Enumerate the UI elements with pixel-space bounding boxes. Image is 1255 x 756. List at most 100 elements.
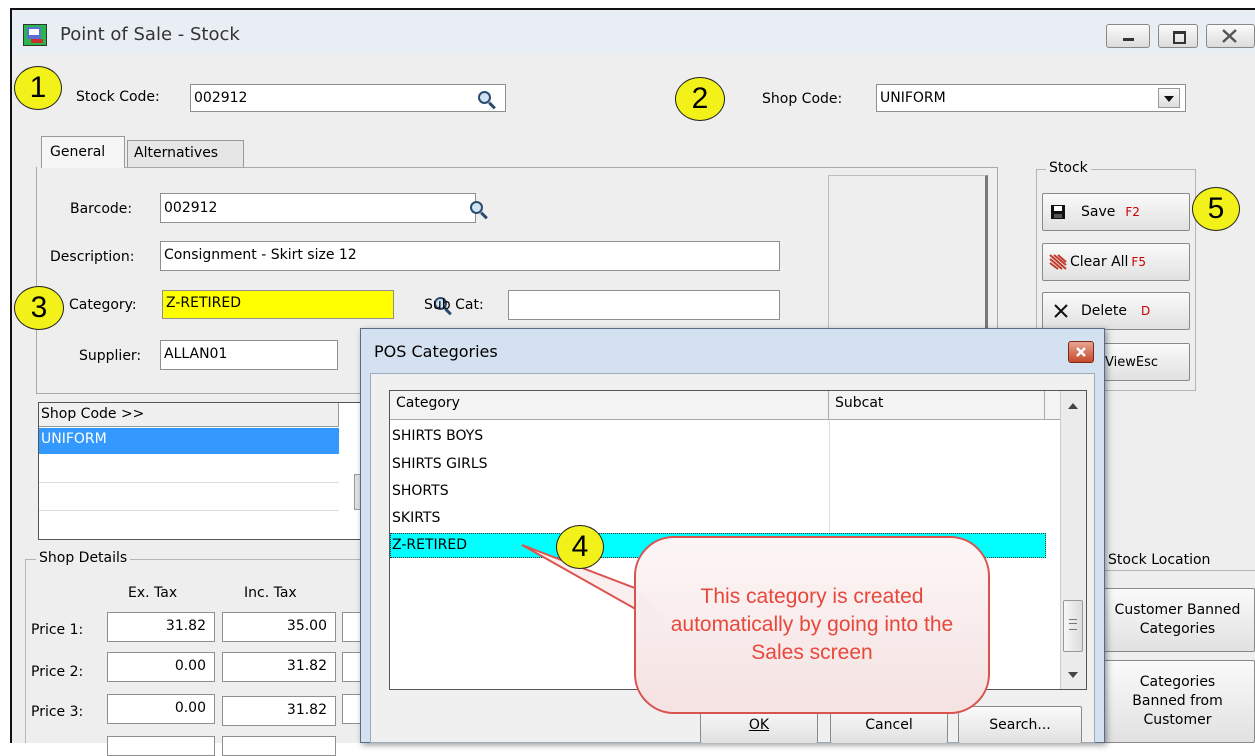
description-field[interactable]: Consignment - Skirt size 12	[160, 241, 780, 271]
grid-row-label: UNIFORM	[41, 431, 107, 447]
price-2-inc[interactable]: 31.82	[222, 652, 336, 682]
tab-panel-line	[124, 167, 998, 168]
app-icon	[23, 24, 47, 46]
chevron-down-icon[interactable]	[1158, 88, 1180, 108]
delete-shortcut: D	[1141, 304, 1151, 318]
callout-5: 5	[1192, 187, 1240, 231]
floppy-disk-icon	[1051, 205, 1065, 219]
stock-code-field[interactable]: 002912	[190, 84, 506, 112]
list-col-divider	[829, 420, 830, 532]
categories-banned-button[interactable]: Categories Banned from Customer	[1100, 660, 1255, 743]
shop-code-dropdown[interactable]: UNIFORM	[876, 84, 1186, 112]
subcat-label: Sub Cat:	[424, 297, 484, 313]
col-category-label: Category	[396, 395, 460, 411]
price-1-inc[interactable]: 35.00	[222, 612, 336, 642]
grid-row-empty[interactable]	[39, 455, 339, 483]
list-header-category[interactable]: Category	[390, 391, 829, 420]
price-3-label: Price 3:	[31, 704, 84, 720]
supplier-label: Supplier:	[79, 348, 142, 364]
scroll-thumb[interactable]	[1063, 600, 1083, 652]
description-label: Description:	[50, 249, 135, 265]
categories-banned-label: Categories Banned from Customer	[1132, 674, 1223, 728]
scroll-up-icon[interactable]	[1067, 402, 1079, 410]
list-header-subcat[interactable]: Subcat	[829, 391, 1045, 420]
stock-code-search-icon[interactable]	[478, 91, 491, 104]
barcode-label: Barcode:	[70, 201, 133, 217]
close-button[interactable]	[1206, 24, 1255, 48]
info-speech-bubble: This category is created automatically b…	[634, 536, 990, 714]
category-field[interactable]: Z-RETIRED	[162, 290, 394, 319]
minimize-button[interactable]	[1106, 24, 1150, 48]
subcat-field[interactable]	[508, 290, 780, 320]
ok-label: OK	[748, 717, 770, 733]
category-label: Category:	[69, 297, 137, 313]
search-button[interactable]: Search...	[958, 706, 1082, 743]
shop-code-label: Shop Code:	[762, 91, 843, 107]
save-button[interactable]: Save F2	[1042, 193, 1190, 231]
tab-alternatives-label: Alternatives	[134, 145, 219, 161]
price-3-ex[interactable]: 0.00	[107, 694, 215, 724]
price-2-label: Price 2:	[31, 664, 84, 680]
barcode-field[interactable]: 002912	[160, 193, 476, 223]
stock-location-label: Stock Location	[1108, 552, 1211, 568]
dialog-title: POS Categories	[374, 342, 498, 361]
window-title: Point of Sale - Stock	[60, 24, 240, 45]
minimize-icon	[1123, 38, 1134, 41]
selected-category-label: Z-RETIRED	[392, 537, 468, 553]
barcode-search-icon[interactable]	[470, 201, 484, 214]
grid-header-label: Shop Code >>	[41, 406, 145, 422]
tab-alternatives[interactable]: Alternatives	[127, 140, 244, 168]
customer-banned-categories-button[interactable]: Customer Banned Categories	[1100, 588, 1255, 652]
grid-row-empty[interactable]	[39, 483, 339, 511]
price-1-label: Price 1:	[31, 622, 84, 638]
bubble-tail-cover	[636, 590, 662, 620]
supplier-field[interactable]: ALLAN01	[160, 340, 338, 370]
delete-x-icon	[1054, 304, 1068, 318]
tab-general[interactable]: General	[41, 136, 125, 168]
shop-code-value: UNIFORM	[880, 90, 946, 106]
scroll-grip-icon	[1069, 619, 1077, 630]
price-2-ex[interactable]: 0.00	[107, 652, 215, 682]
list-item[interactable]: SHIRTS BOYS	[392, 428, 483, 444]
save-label: Save	[1081, 204, 1116, 220]
price-1-ex[interactable]: 31.82	[107, 612, 215, 642]
cancel-label: Cancel	[865, 717, 913, 733]
tab-general-label: General	[50, 144, 106, 160]
list-item[interactable]: SHIRTS GIRLS	[392, 456, 488, 472]
bubble-text: This category is created automatically b…	[670, 585, 954, 664]
clear-all-button[interactable]: Clear All F5	[1042, 243, 1190, 281]
broom-icon	[1049, 254, 1067, 270]
list-item[interactable]: SHORTS	[392, 483, 449, 499]
shop-details-label: Shop Details	[36, 550, 131, 566]
dialog-close-button[interactable]	[1068, 341, 1094, 363]
price-4-ex[interactable]	[107, 736, 215, 756]
close-icon	[1076, 347, 1086, 357]
stock-group-label: Stock	[1046, 160, 1091, 176]
list-header-filler	[1045, 391, 1060, 420]
price-4-inc[interactable]	[222, 736, 336, 756]
delete-label: Delete	[1081, 303, 1127, 319]
callout-4: 4	[556, 525, 604, 569]
callout-1: 1	[14, 66, 62, 110]
maximize-icon	[1173, 31, 1186, 44]
search-label: Search...	[989, 717, 1051, 733]
grid-row-selected[interactable]: UNIFORM	[39, 428, 339, 454]
maximize-button[interactable]	[1158, 24, 1198, 48]
customer-banned-label: Customer Banned Categories	[1114, 602, 1241, 637]
clear-all-shortcut: F5	[1131, 255, 1146, 269]
callout-2: 2	[675, 77, 725, 121]
scroll-down-icon[interactable]	[1067, 671, 1079, 679]
grid-header[interactable]: Shop Code >>	[39, 403, 339, 427]
close-icon	[1222, 29, 1237, 43]
price-3-inc[interactable]: 31.82	[222, 696, 336, 726]
stock-code-label: Stock Code:	[76, 89, 160, 105]
callout-3: 3	[14, 286, 64, 330]
col-subcat-label: Subcat	[835, 395, 884, 411]
list-item[interactable]: SKIRTS	[392, 510, 440, 526]
clear-all-label: Clear All	[1070, 254, 1129, 270]
view-label: ViewEsc	[1105, 354, 1158, 370]
delete-button[interactable]: Delete D	[1042, 292, 1190, 330]
ex-tax-header: Ex. Tax	[128, 585, 178, 601]
inc-tax-header: Inc. Tax	[244, 585, 297, 601]
save-shortcut: F2	[1125, 205, 1140, 219]
